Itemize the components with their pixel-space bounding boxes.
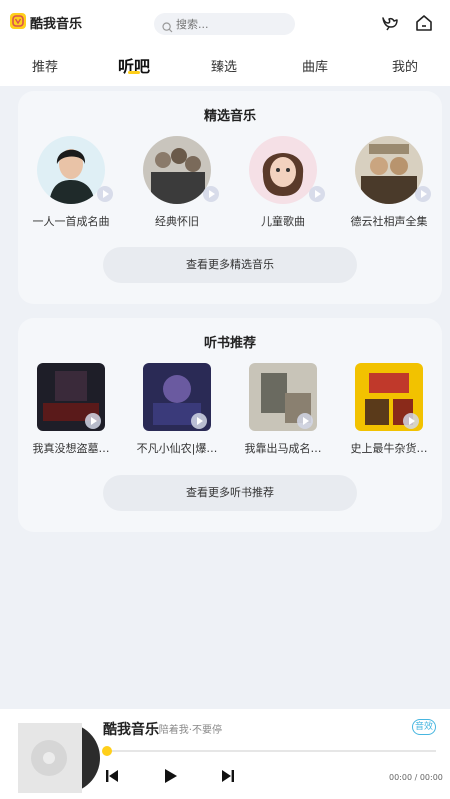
tab-active-indicator [128, 71, 140, 74]
section-title: 听书推荐 [203, 336, 256, 351]
sound-effect-button[interactable]: 音效 [412, 719, 436, 735]
music-cover [355, 136, 423, 204]
item-label: 经典怀旧 [155, 215, 199, 228]
album-cover [18, 723, 82, 793]
play-icon[interactable] [309, 186, 325, 202]
home-icon[interactable] [414, 13, 434, 33]
play-pause-icon[interactable] [162, 768, 178, 784]
app-header: 酷我音乐 [0, 0, 450, 46]
more-audiobook-button[interactable]: 查看更多听书推荐 [103, 475, 357, 511]
bird-icon[interactable] [380, 13, 400, 33]
music-item[interactable]: 经典怀旧 [127, 136, 227, 228]
book-item[interactable]: 史上最牛杂货… [339, 363, 439, 455]
item-label: 不凡小仙农|爆… [136, 442, 218, 455]
music-cover [143, 136, 211, 204]
tab-select[interactable]: 臻选 [194, 56, 254, 75]
play-icon[interactable] [415, 186, 431, 202]
book-item[interactable]: 我靠出马成名… [233, 363, 333, 455]
book-item[interactable]: 我真没想盗墓… [21, 363, 121, 455]
player-cover[interactable] [18, 723, 100, 793]
more-music-button[interactable]: 查看更多精选音乐 [103, 247, 357, 283]
mini-player: 酷我音乐 - 陪着我·不要停 音效 00:00 / 00:00 [0, 709, 450, 799]
play-icon[interactable] [203, 186, 219, 202]
music-section: 精选音乐 一人一首成名曲 经典怀旧 儿童歌曲 德云社相声全集 查看更多精选音乐 [18, 91, 442, 304]
play-icon[interactable] [297, 413, 313, 429]
progress-knob[interactable] [102, 746, 112, 756]
item-label: 我靠出马成名… [244, 442, 322, 455]
play-icon[interactable] [97, 186, 113, 202]
player-title: 酷我音乐 [103, 722, 159, 738]
play-icon[interactable] [191, 413, 207, 429]
time-display: 00:00 / 00:00 [389, 773, 443, 782]
player-subtitle: - 陪着我·不要停 [152, 725, 222, 736]
tab-mine[interactable]: 我的 [375, 56, 435, 75]
item-label: 儿童歌曲 [261, 215, 305, 228]
music-cover [249, 136, 317, 204]
search-input[interactable] [176, 16, 286, 32]
next-icon[interactable] [220, 768, 236, 784]
search-icon [162, 18, 173, 37]
previous-icon[interactable] [104, 768, 120, 784]
progress-bar[interactable] [106, 750, 436, 752]
music-item[interactable]: 一人一首成名曲 [21, 136, 121, 228]
item-label: 德云社相声全集 [350, 215, 428, 228]
search-bar[interactable] [154, 13, 295, 35]
tab-recommend[interactable]: 推荐 [15, 56, 75, 75]
item-label: 史上最牛杂货… [350, 442, 428, 455]
music-cover [37, 136, 105, 204]
tab-library[interactable]: 曲库 [285, 56, 345, 75]
tab-bar: 推荐 听吧 臻选 曲库 我的 [0, 46, 450, 86]
book-item[interactable]: 不凡小仙农|爆… [127, 363, 227, 455]
music-item[interactable]: 儿童歌曲 [233, 136, 333, 228]
item-label: 一人一首成名曲 [32, 215, 110, 228]
app-name: 酷我音乐 [30, 17, 83, 32]
play-icon[interactable] [85, 413, 101, 429]
item-label: 我真没想盗墓… [32, 442, 110, 455]
music-item[interactable]: 德云社相声全集 [339, 136, 439, 228]
audiobook-section: 听书推荐 我真没想盗墓… 不凡小仙农|爆… 我靠出马成名… 史上最牛杂货… 查看… [18, 318, 442, 532]
logo-icon [10, 13, 26, 29]
section-title: 精选音乐 [203, 109, 256, 124]
play-icon[interactable] [403, 413, 419, 429]
